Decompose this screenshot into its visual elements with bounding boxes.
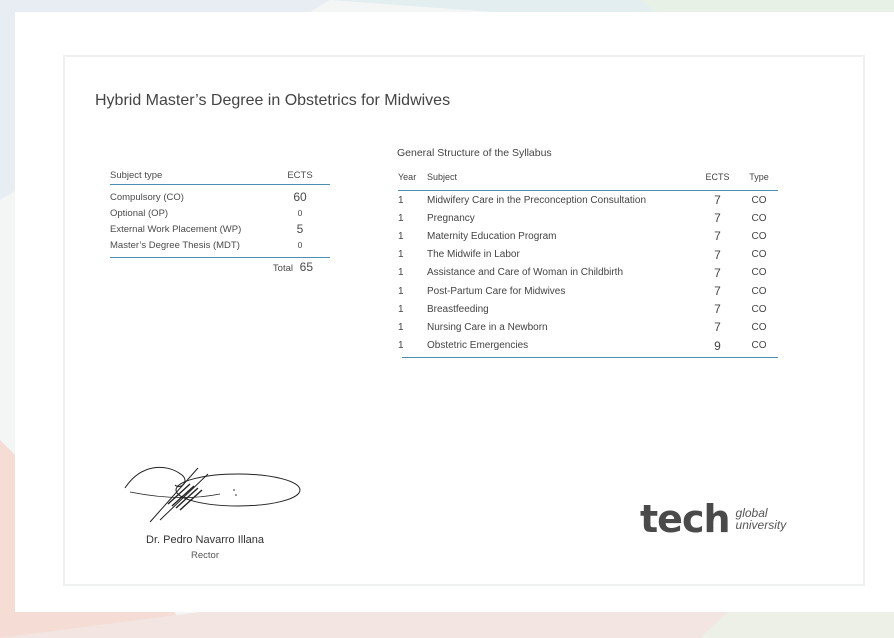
ects-cell: 7 [714, 284, 721, 299]
total-row: Total 65 [110, 257, 330, 274]
type-cell: CO [751, 267, 767, 279]
table-row: Master’s Degree Thesis (MDT) 0 [110, 237, 330, 253]
year-cell: 1 [398, 230, 404, 242]
year-cell: 1 [398, 249, 404, 261]
subject-cell: Post-Partum Care for Midwives [427, 285, 566, 297]
logo-subtitle: global university [736, 507, 787, 531]
subject-cell: Maternity Education Program [427, 230, 557, 242]
subject-type-value: 0 [297, 208, 303, 218]
subject-type-value: 60 [293, 190, 307, 204]
subject-cell: The Midwife in Labor [427, 249, 520, 261]
col-type: Type [749, 172, 769, 182]
subject-cell: Obstetric Emergencies [427, 340, 529, 352]
table-row: 1 Pregnancy 7 CO [398, 209, 778, 227]
tech-logo: tech global university [640, 500, 786, 538]
table-row: Optional (OP) 0 [110, 205, 330, 221]
table-bottom-divider [402, 356, 778, 358]
syllabus-header: Year Subject ECTS Type [398, 170, 778, 184]
signatory-role: Rector [191, 550, 219, 561]
table-row: 1 Breastfeeding 7 CO [398, 300, 778, 318]
table-row: 1 Nursing Care in a Newborn 7 CO [398, 318, 778, 336]
ects-cell: 7 [714, 302, 721, 317]
type-cell: CO [751, 212, 767, 224]
subject-cell: Breastfeeding [427, 303, 489, 315]
ects-cell: 7 [714, 229, 721, 244]
table-row: 1 Assistance and Care of Woman in Childb… [398, 264, 778, 282]
page-title: Hybrid Master’s Degree in Obstetrics for… [95, 92, 451, 109]
table-row: External Work Placement (WP) 5 [110, 221, 330, 237]
year-cell: 1 [398, 303, 404, 315]
table-row: Compulsory (CO) 60 [110, 189, 330, 205]
type-cell: CO [751, 303, 767, 315]
type-cell: CO [751, 194, 767, 206]
syllabus-table: Year Subject ECTS Type 1 Midwifery Care … [398, 170, 778, 358]
subject-type-label: Master’s Degree Thesis (MDT) [110, 239, 240, 251]
ects-cell: 7 [714, 320, 721, 335]
signature-image [124, 466, 301, 523]
ects-cell: 9 [714, 338, 721, 353]
col-ects: ECTS [287, 170, 313, 181]
year-cell: 1 [398, 267, 404, 279]
type-cell: CO [751, 230, 767, 242]
table-row: 1 Maternity Education Program 7 CO [398, 227, 778, 245]
signatory-name: Dr. Pedro Navarro Illana [146, 534, 264, 546]
subject-cell: Midwifery Care in the Preconception Cons… [427, 194, 646, 206]
ects-cell: 7 [714, 211, 721, 226]
ects-cell: 7 [714, 247, 721, 262]
subject-cell: Pregnancy [427, 212, 475, 224]
subject-type-value: 5 [296, 222, 304, 236]
col-year: Year [398, 172, 417, 182]
year-cell: 1 [398, 321, 404, 333]
subject-type-label: Optional (OP) [110, 207, 169, 219]
subject-type-header: Subject type ECTS [110, 170, 330, 185]
year-cell: 1 [398, 194, 404, 206]
type-cell: CO [751, 249, 767, 261]
subject-type-table: Subject type ECTS Compulsory (CO) 60 Opt… [110, 170, 330, 274]
total-value: 65 [299, 260, 313, 274]
col-subject: Subject [427, 172, 458, 182]
subject-type-label: Compulsory (CO) [110, 191, 184, 203]
subject-type-label: External Work Placement (WP) [110, 223, 242, 235]
ects-cell: 7 [714, 265, 721, 280]
subject-type-value: 0 [297, 240, 303, 250]
type-cell: CO [751, 285, 767, 297]
total-label: Total [272, 263, 293, 274]
subject-cell: Nursing Care in a Newborn [427, 321, 548, 333]
ects-cell: 7 [714, 193, 721, 208]
syllabus-title: General Structure of the Syllabus [397, 147, 552, 159]
year-cell: 1 [398, 285, 404, 297]
col-subject-type: Subject type [110, 170, 163, 181]
table-row: 1 The Midwife in Labor 7 CO [398, 246, 778, 264]
table-row: 1 Post-Partum Care for Midwives 7 CO [398, 282, 778, 300]
type-cell: CO [751, 321, 767, 333]
year-cell: 1 [398, 340, 404, 352]
year-cell: 1 [398, 212, 404, 224]
logo-wordmark: tech [640, 497, 731, 541]
table-row: 1 Midwifery Care in the Preconception Co… [398, 191, 778, 209]
logo-subtitle-line2: university [735, 518, 787, 532]
table-row: 1 Obstetric Emergencies 9 CO [398, 337, 778, 355]
type-cell: CO [751, 340, 767, 352]
subject-cell: Assistance and Care of Woman in Childbir… [427, 267, 624, 279]
col-ects: ECTS [705, 172, 730, 182]
